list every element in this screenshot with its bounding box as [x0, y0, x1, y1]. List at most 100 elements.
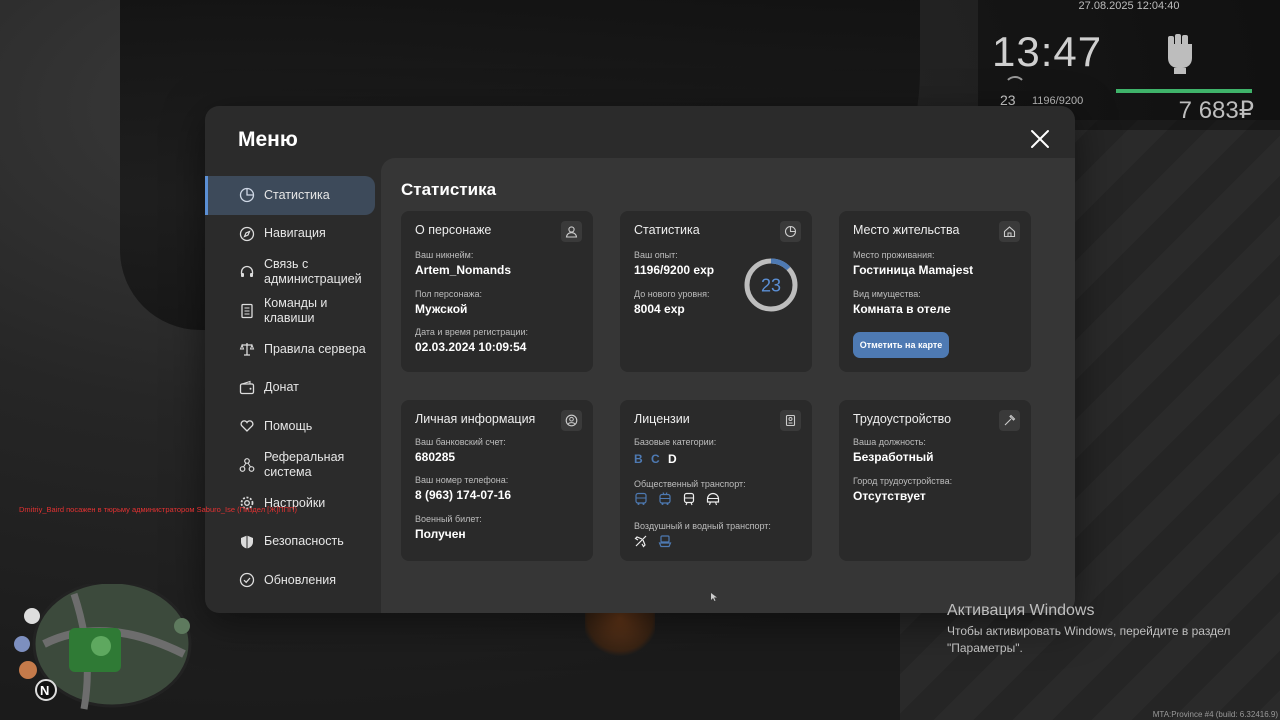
bank-value: 680285 — [415, 450, 456, 464]
reg-label: Дата и время регистрации: — [415, 327, 528, 337]
close-icon[interactable] — [1029, 128, 1051, 150]
wallet-icon — [239, 380, 255, 394]
airplane-icon — [634, 535, 647, 548]
fist-icon — [1168, 34, 1192, 74]
next-label: До нового уровня: — [634, 289, 710, 299]
nav-item-commands[interactable]: Команды и клавиши — [205, 292, 381, 331]
hud-money-bar — [1116, 89, 1252, 93]
minimap: N — [14, 584, 192, 710]
nav-label: Статистика — [264, 187, 330, 202]
phone-label: Ваш номер телефона: — [415, 475, 509, 485]
nav-label: Безопасность — [264, 534, 344, 549]
chat-message: Dmitriy_Baird посажен в тюрьму администр… — [19, 505, 297, 514]
card-title: Статистика — [634, 223, 700, 237]
svg-text:N: N — [40, 683, 49, 698]
boat-icon — [658, 535, 672, 548]
mark-on-map-button[interactable]: Отметить на карте — [853, 332, 949, 358]
nav-item-navigation[interactable]: Навигация — [205, 215, 381, 254]
headset-icon — [240, 266, 254, 278]
public-transport-label: Общественный транспорт: — [634, 479, 746, 489]
card-personal: Личная информация Ваш банковский счет: 6… — [401, 400, 593, 561]
card-job: Трудоустройство Ваша должность: Безработ… — [839, 400, 1031, 561]
menu-title: Меню — [238, 128, 298, 151]
card-title: О персонаже — [415, 223, 492, 237]
nav-item-security[interactable]: Безопасность — [205, 523, 381, 562]
position-label: Ваша должность: — [853, 437, 926, 447]
nav-item-help[interactable]: Помощь — [205, 407, 381, 446]
nav-label: Помощь — [264, 418, 313, 433]
exp-label: Ваш опыт: — [634, 250, 678, 260]
bank-label: Ваш банковский счет: — [415, 437, 506, 447]
nav-label: Связь с администрацией — [264, 257, 362, 287]
gender-value: Мужской — [415, 302, 468, 316]
license-category-c: C — [651, 452, 660, 466]
nav-item-rules[interactable]: Правила сервера — [205, 330, 381, 369]
nav-item-settings[interactable]: Настройки — [205, 484, 381, 523]
build-info: MTA:Province #4 (build: 6.32416.9) — [1152, 710, 1278, 719]
train-icon — [683, 492, 695, 506]
hud-clock: 13:47 — [992, 28, 1103, 75]
job-city-label: Город трудоустройства: — [853, 476, 953, 486]
gender-label: Пол персонажа: — [415, 289, 483, 299]
card-licenses: Лицензии Базовые категории: B C D Общест… — [620, 400, 812, 561]
user-icon — [561, 221, 582, 242]
card-character: О персонаже Ваш никнейм: Artem_Nomands П… — [401, 211, 593, 372]
shield-icon — [241, 535, 253, 549]
mouse-cursor-icon — [711, 593, 717, 601]
card-title: Личная информация — [415, 412, 536, 426]
pie-chart-icon — [239, 188, 255, 203]
card-title: Место жительства — [853, 223, 960, 237]
property-value: Комната в отеле — [853, 302, 951, 316]
hud-datetime: 27.08.2025 12:04:40 — [1078, 0, 1180, 12]
content-title: Статистика — [401, 180, 497, 199]
hammer-icon — [999, 410, 1020, 431]
subway-icon — [706, 492, 720, 506]
place-label: Место проживания: — [853, 250, 935, 260]
hud-money: 7 683₽ — [1178, 97, 1254, 124]
sidebar-nav: Статистика Навигация Связь с администрац… — [205, 176, 381, 600]
nick-label: Ваш никнейм: — [415, 250, 474, 260]
nav-item-referral[interactable]: Реферальная система — [205, 446, 381, 485]
card-stats: Статистика Ваш опыт: 1196/9200 exp До но… — [620, 211, 812, 372]
card-title: Трудоустройство — [853, 412, 952, 426]
nav-label: Реферальная система — [264, 449, 345, 479]
nav-label: Правила сервера — [264, 341, 366, 356]
nav-item-contact-admin[interactable]: Связь с администрацией — [205, 253, 381, 292]
exp-value: 1196/9200 exp — [634, 263, 715, 277]
network-icon — [239, 457, 255, 472]
reg-value: 02.03.2024 10:09:54 — [415, 340, 527, 354]
document-icon — [241, 303, 253, 318]
phone-value: 8 (963) 174-07-16 — [415, 488, 512, 502]
position-value: Безработный — [853, 450, 934, 464]
place-value: Гостиница Mamajest — [853, 263, 974, 277]
bus-icon — [635, 492, 647, 505]
menu-window: Меню Статистика Навигация Связь с админи… — [205, 106, 1075, 613]
nick-value: Artem_Nomands — [415, 263, 512, 277]
user-circle-icon — [561, 410, 582, 431]
nav-item-updates[interactable]: Обновления — [205, 561, 381, 600]
nav-item-statistics[interactable]: Статистика — [205, 176, 375, 215]
heart-hand-icon — [240, 420, 254, 433]
nav-label: Обновления — [264, 572, 336, 587]
trolleybus-icon — [659, 492, 671, 505]
windows-activation-title: Активация Windows — [947, 602, 1095, 619]
level-number: 23 — [761, 276, 781, 296]
license-category-d: D — [668, 452, 677, 466]
license-category-b: B — [634, 452, 643, 466]
card-residence: Место жительства Место проживания: Гости… — [839, 211, 1031, 372]
nav-item-donate[interactable]: Донат — [205, 369, 381, 408]
military-label: Военный билет: — [415, 514, 482, 524]
job-city-value: Отсутствует — [853, 489, 926, 503]
compass-icon — [239, 226, 255, 241]
nav-label: Навигация — [264, 226, 326, 241]
property-label: Вид имущества: — [853, 289, 921, 299]
base-categories-label: Базовые категории: — [634, 437, 717, 447]
next-value: 8004 exp — [634, 302, 685, 316]
id-card-icon — [780, 410, 801, 431]
level-progress-ring: 23 — [744, 258, 798, 312]
content-panel: Статистика О персонаже Ваш никнейм: Arte… — [381, 158, 1075, 613]
windows-activation-text: Чтобы активировать Windows, перейдите в … — [947, 624, 1231, 655]
card-title: Лицензии — [634, 412, 690, 426]
check-circle-icon — [239, 573, 255, 588]
scales-icon — [239, 343, 255, 356]
